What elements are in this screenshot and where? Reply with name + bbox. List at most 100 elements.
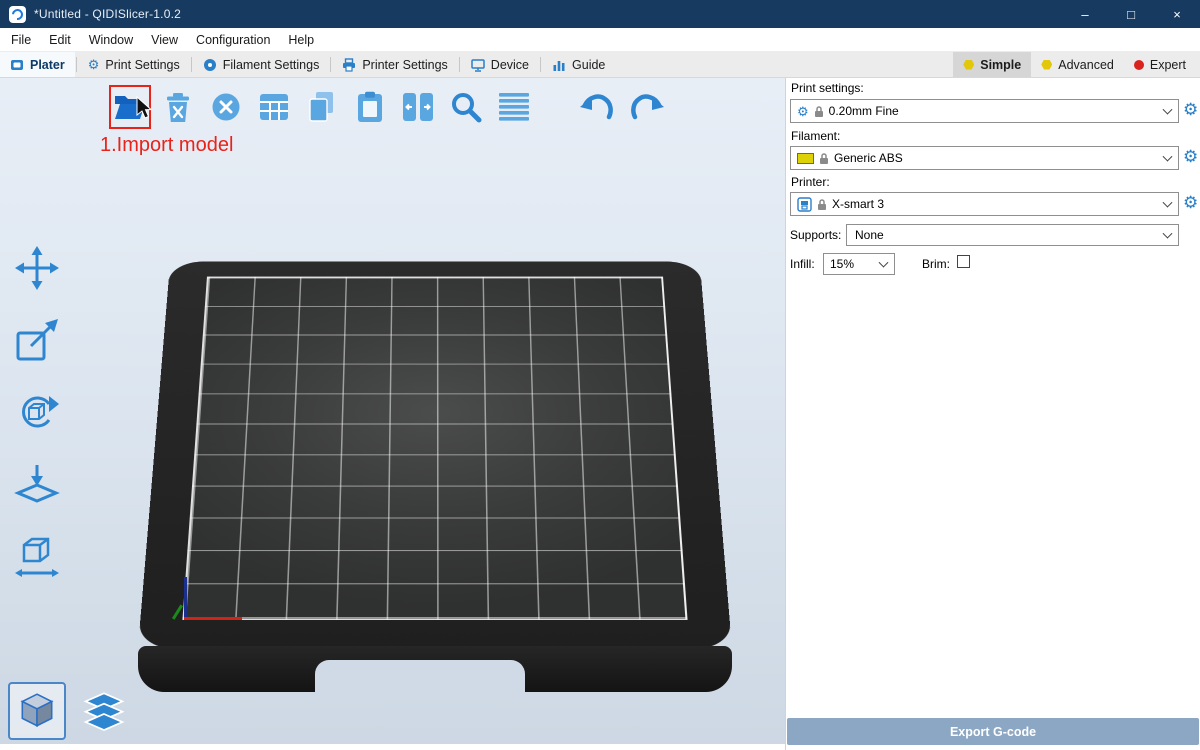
menu-window[interactable]: Window xyxy=(80,28,142,51)
mouse-cursor-icon xyxy=(136,96,154,120)
paste-button[interactable] xyxy=(352,88,388,126)
printer-gear-button[interactable]: ⚙ xyxy=(1183,194,1198,211)
supports-value: None xyxy=(855,228,884,242)
undo-button[interactable] xyxy=(580,88,616,126)
tab-separator xyxy=(76,57,77,72)
tab-printer-settings[interactable]: Printer Settings xyxy=(332,52,457,77)
plater-icon xyxy=(10,58,24,72)
copy-button[interactable] xyxy=(304,88,340,126)
rotate-icon xyxy=(14,389,60,435)
filament-label: Filament: xyxy=(791,129,840,143)
variable-layer-height-button[interactable] xyxy=(496,88,532,126)
filament-combo[interactable]: Generic ABS xyxy=(790,146,1179,170)
export-gcode-button[interactable]: Export G-code xyxy=(787,718,1199,745)
infill-label: Infill: xyxy=(790,257,815,271)
menu-help[interactable]: Help xyxy=(279,28,323,51)
redo-button[interactable] xyxy=(628,88,664,126)
arrange-button[interactable] xyxy=(256,88,292,126)
3d-editor-view-button[interactable] xyxy=(8,682,66,740)
tab-plater[interactable]: Plater xyxy=(0,52,75,77)
tab-separator xyxy=(540,57,541,72)
mode-simple[interactable]: Simple xyxy=(953,52,1031,77)
place-on-face-button[interactable] xyxy=(10,456,64,512)
mode-label: Expert xyxy=(1150,58,1186,72)
move-button[interactable] xyxy=(10,240,64,296)
maximize-button[interactable]: □ xyxy=(1108,0,1154,28)
mode-label: Simple xyxy=(980,58,1021,72)
undo-arrow-icon xyxy=(580,92,616,122)
print-settings-gear-button[interactable]: ⚙ xyxy=(1183,101,1198,118)
scale-button[interactable] xyxy=(10,312,64,368)
search-button[interactable] xyxy=(448,88,484,126)
filament-value: Generic ABS xyxy=(834,151,903,165)
window-controls: – □ × xyxy=(1062,0,1200,28)
printer-combo[interactable]: X-smart 3 xyxy=(790,192,1179,216)
left-toolbar xyxy=(10,240,66,600)
tab-guide[interactable]: Guide xyxy=(542,52,615,77)
tab-label: Filament Settings xyxy=(223,58,320,72)
build-plate-grid xyxy=(182,277,687,620)
measure-icon xyxy=(14,533,60,579)
hexagon-yellow-icon xyxy=(963,60,974,70)
infill-value: 15% xyxy=(830,257,854,271)
print-settings-value: 0.20mm Fine xyxy=(829,104,899,118)
tab-label: Guide xyxy=(572,58,605,72)
tab-label: Plater xyxy=(30,58,65,72)
origin-axis-z xyxy=(184,577,187,619)
printer-label: Printer: xyxy=(791,175,830,189)
mode-expert[interactable]: Expert xyxy=(1124,52,1196,77)
menu-bar: File Edit Window View Configuration Help xyxy=(0,28,1200,52)
tab-separator xyxy=(459,57,460,72)
tab-device[interactable]: Device xyxy=(461,52,539,77)
brim-label: Brim: xyxy=(922,257,950,271)
device-icon xyxy=(471,58,485,72)
hexagon-yellow-icon xyxy=(1041,60,1052,70)
print-settings-combo[interactable]: ⚙ 0.20mm Fine xyxy=(790,99,1179,123)
menu-edit[interactable]: Edit xyxy=(40,28,80,51)
split-icon xyxy=(402,92,434,122)
top-toolbar xyxy=(112,88,664,126)
chevron-down-icon xyxy=(1163,105,1173,115)
plate-handle-cutout xyxy=(315,660,525,692)
minimize-button[interactable]: – xyxy=(1062,0,1108,28)
lock-icon xyxy=(817,198,827,211)
menu-file[interactable]: File xyxy=(2,28,40,51)
table-grid-icon xyxy=(259,93,289,121)
rotate-button[interactable] xyxy=(10,384,64,440)
gear-icon: ⚙ xyxy=(88,58,100,71)
close-button[interactable]: × xyxy=(1154,0,1200,28)
chevron-down-icon xyxy=(879,258,889,268)
menu-view[interactable]: View xyxy=(142,28,187,51)
tab-filament-settings[interactable]: Filament Settings xyxy=(193,52,330,77)
infill-combo[interactable]: 15% xyxy=(823,253,895,275)
search-icon xyxy=(450,91,482,123)
measure-button[interactable] xyxy=(10,528,64,584)
print-settings-label: Print settings: xyxy=(791,81,864,95)
trash-icon xyxy=(164,92,192,123)
move-arrows-icon xyxy=(14,245,60,291)
filament-color-swatch xyxy=(797,153,814,164)
brim-checkbox[interactable] xyxy=(957,255,970,268)
chevron-down-icon xyxy=(1163,198,1173,208)
tab-label: Print Settings xyxy=(105,58,179,72)
split-button[interactable] xyxy=(400,88,436,126)
filament-gear-button[interactable]: ⚙ xyxy=(1183,148,1198,165)
tab-bar: Plater ⚙ Print Settings Filament Setting… xyxy=(0,52,1200,78)
mode-label: Advanced xyxy=(1058,58,1114,72)
layer-lines-icon xyxy=(499,93,529,121)
delete-button[interactable] xyxy=(160,88,196,126)
app-logo-icon xyxy=(9,6,26,23)
menu-configuration[interactable]: Configuration xyxy=(187,28,279,51)
viewport-3d[interactable]: 1.Import model xyxy=(0,78,785,744)
circle-x-icon xyxy=(211,92,241,122)
paste-clipboard-icon xyxy=(356,91,384,123)
mode-advanced[interactable]: Advanced xyxy=(1031,52,1124,77)
supports-combo[interactable]: None xyxy=(846,224,1179,246)
circle-red-icon xyxy=(1134,60,1144,70)
delete-all-button[interactable] xyxy=(208,88,244,126)
3d-cube-icon xyxy=(16,690,58,732)
tab-print-settings[interactable]: ⚙ Print Settings xyxy=(78,52,190,77)
preview-layers-view-button[interactable] xyxy=(78,688,130,740)
title-bar: *Untitled - QIDISlicer-1.0.2 – □ × xyxy=(0,0,1200,28)
gear-icon: ⚙ xyxy=(797,105,809,118)
